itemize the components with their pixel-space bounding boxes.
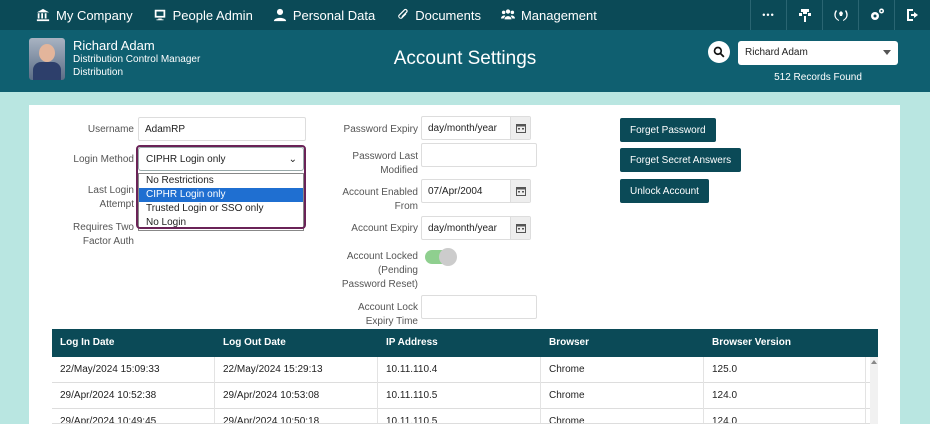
account-enabled-field[interactable]: 07/Apr/2004: [421, 179, 531, 203]
cell: 29/Apr/2024 10:53:08: [215, 383, 378, 409]
account-enabled-label: Account Enabled From: [342, 187, 418, 212]
more-label: •••: [762, 10, 775, 20]
employee-select-value: Richard Adam: [745, 47, 808, 58]
last-login-label: Last Login Attempt: [87, 185, 134, 210]
nav-documents[interactable]: Documents: [385, 0, 491, 30]
nav-my-company[interactable]: My Company: [0, 0, 143, 30]
nav-people-admin[interactable]: People Admin: [143, 0, 263, 30]
nav-label: Personal Data: [292, 7, 376, 23]
col-browser[interactable]: Browser: [541, 329, 704, 357]
records-found: 512 Records Found: [774, 72, 862, 83]
group-icon: [500, 9, 515, 20]
password-expiry-field[interactable]: day/month/year: [421, 116, 531, 140]
cell: 125.0: [704, 357, 866, 383]
login-log-table: Log In Date Log Out Date IP Address Brow…: [52, 329, 878, 424]
account-expiry-field[interactable]: day/month/year: [421, 216, 531, 240]
laurel-icon[interactable]: [822, 0, 858, 30]
cell: Chrome: [541, 357, 704, 383]
password-modified-label: Password Last Modified: [352, 151, 418, 176]
logout-icon[interactable]: [894, 0, 930, 30]
account-header: Richard Adam Distribution Control Manage…: [0, 30, 930, 92]
col-browser-version[interactable]: Browser Version: [704, 329, 866, 357]
search-icon: [713, 46, 725, 58]
search-button[interactable]: [708, 41, 730, 63]
two-factor-label: Requires Two Factor Auth: [73, 222, 134, 247]
top-nav: My Company People Admin Personal Data Do…: [0, 0, 930, 30]
table-row[interactable]: 22/May/2024 15:09:33 22/May/2024 15:29:1…: [52, 357, 878, 383]
table-row[interactable]: 29/Apr/2024 10:52:38 29/Apr/2024 10:53:0…: [52, 383, 878, 409]
dropdown-highlight: [136, 145, 306, 229]
forget-password-button[interactable]: Forget Password: [620, 118, 716, 142]
forget-secret-answers-button[interactable]: Forget Secret Answers: [620, 148, 742, 172]
paperclip-icon: [398, 8, 408, 19]
cell: Chrome: [541, 383, 704, 409]
cell: 29/Apr/2024 10:49:45: [52, 409, 215, 423]
cell: 10.11.110.5: [378, 383, 541, 409]
account-locked-toggle[interactable]: [425, 248, 457, 266]
login-method-label: Login Method: [73, 154, 134, 165]
calendar-icon[interactable]: [510, 217, 530, 239]
password-expiry-label: Password Expiry: [343, 124, 418, 135]
building-icon: [36, 8, 50, 22]
unlock-account-button[interactable]: Unlock Account: [620, 179, 709, 203]
nav-label: Management: [520, 7, 597, 23]
col-ip-address[interactable]: IP Address: [378, 329, 541, 357]
cell: Chrome: [541, 409, 704, 423]
account-settings-panel: Username AdamRP Login Method Last Login A…: [29, 105, 900, 424]
gears-icon[interactable]: [858, 0, 894, 30]
employee-select[interactable]: Richard Adam: [738, 41, 898, 65]
col-logout-date[interactable]: Log Out Date: [215, 329, 378, 357]
person-icon: [273, 8, 286, 22]
table-scrollbar[interactable]: [870, 357, 878, 424]
scroll-up-icon[interactable]: [871, 360, 877, 364]
account-locked-label: Account Locked (Pending Password Reset): [341, 251, 418, 290]
nav-management[interactable]: Management: [491, 0, 607, 30]
cell: 29/Apr/2024 10:50:18: [215, 409, 378, 423]
nav-personal-data[interactable]: Personal Data: [263, 0, 385, 30]
lock-expiry-label: Account Lock Expiry Time: [357, 302, 418, 327]
tree-icon[interactable]: [786, 0, 822, 30]
password-expiry-value: day/month/year: [428, 123, 497, 134]
more-icon[interactable]: •••: [750, 0, 786, 30]
cell: 124.0: [704, 409, 866, 423]
username-field[interactable]: AdamRP: [138, 117, 306, 141]
calendar-icon[interactable]: [510, 180, 530, 202]
account-expiry-label: Account Expiry: [351, 223, 418, 234]
table-row[interactable]: 29/Apr/2024 10:49:45 29/Apr/2024 10:50:1…: [52, 409, 878, 424]
password-modified-field: [421, 143, 537, 167]
username-label: Username: [87, 124, 134, 135]
nav-label: People Admin: [172, 7, 253, 23]
cell: 124.0: [704, 383, 866, 409]
cell: 22/May/2024 15:29:13: [215, 357, 378, 383]
nav-label: My Company: [56, 7, 133, 23]
cell: 10.11.110.4: [378, 357, 541, 383]
lock-expiry-field: [421, 295, 537, 319]
account-expiry-value: day/month/year: [428, 223, 497, 234]
calendar-icon[interactable]: [510, 117, 530, 139]
cell: 10.11.110.5: [378, 409, 541, 423]
account-enabled-value: 07/Apr/2004: [428, 186, 483, 197]
monitor-icon: [154, 9, 165, 21]
table-header: Log In Date Log Out Date IP Address Brow…: [52, 329, 878, 357]
cell: 29/Apr/2024 10:52:38: [52, 383, 215, 409]
caret-down-icon: [883, 50, 891, 55]
nav-label: Documents: [415, 7, 481, 23]
nav-right-icons: •••: [750, 0, 930, 30]
cell: 22/May/2024 15:09:33: [52, 357, 215, 383]
col-login-date[interactable]: Log In Date: [52, 329, 215, 357]
